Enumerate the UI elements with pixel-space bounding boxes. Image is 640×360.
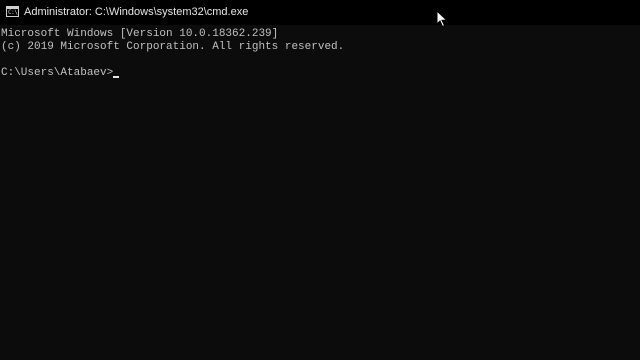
icon-glyph: C:\ — [8, 9, 18, 16]
command-prompt: C:\Users\Atabaev> — [1, 67, 114, 79]
command-prompt-row[interactable]: C:\Users\Atabaev> — [1, 66, 120, 80]
console-line-version: Microsoft Windows [Version 10.0.18362.23… — [1, 28, 279, 40]
text-cursor — [113, 76, 120, 78]
cmd-window: C:\ Administrator: C:\Windows\system32\c… — [0, 0, 640, 360]
console-area[interactable]: Microsoft Windows [Version 10.0.18362.23… — [0, 25, 640, 360]
console-line-copyright: (c) 2019 Microsoft Corporation. All righ… — [1, 41, 345, 53]
cmd-app-icon[interactable]: C:\ — [6, 6, 19, 17]
title-bar[interactable]: C:\ Administrator: C:\Windows\system32\c… — [0, 0, 640, 25]
arrow-cursor-icon — [436, 10, 448, 28]
window-title: Administrator: C:\Windows\system32\cmd.e… — [24, 6, 249, 18]
